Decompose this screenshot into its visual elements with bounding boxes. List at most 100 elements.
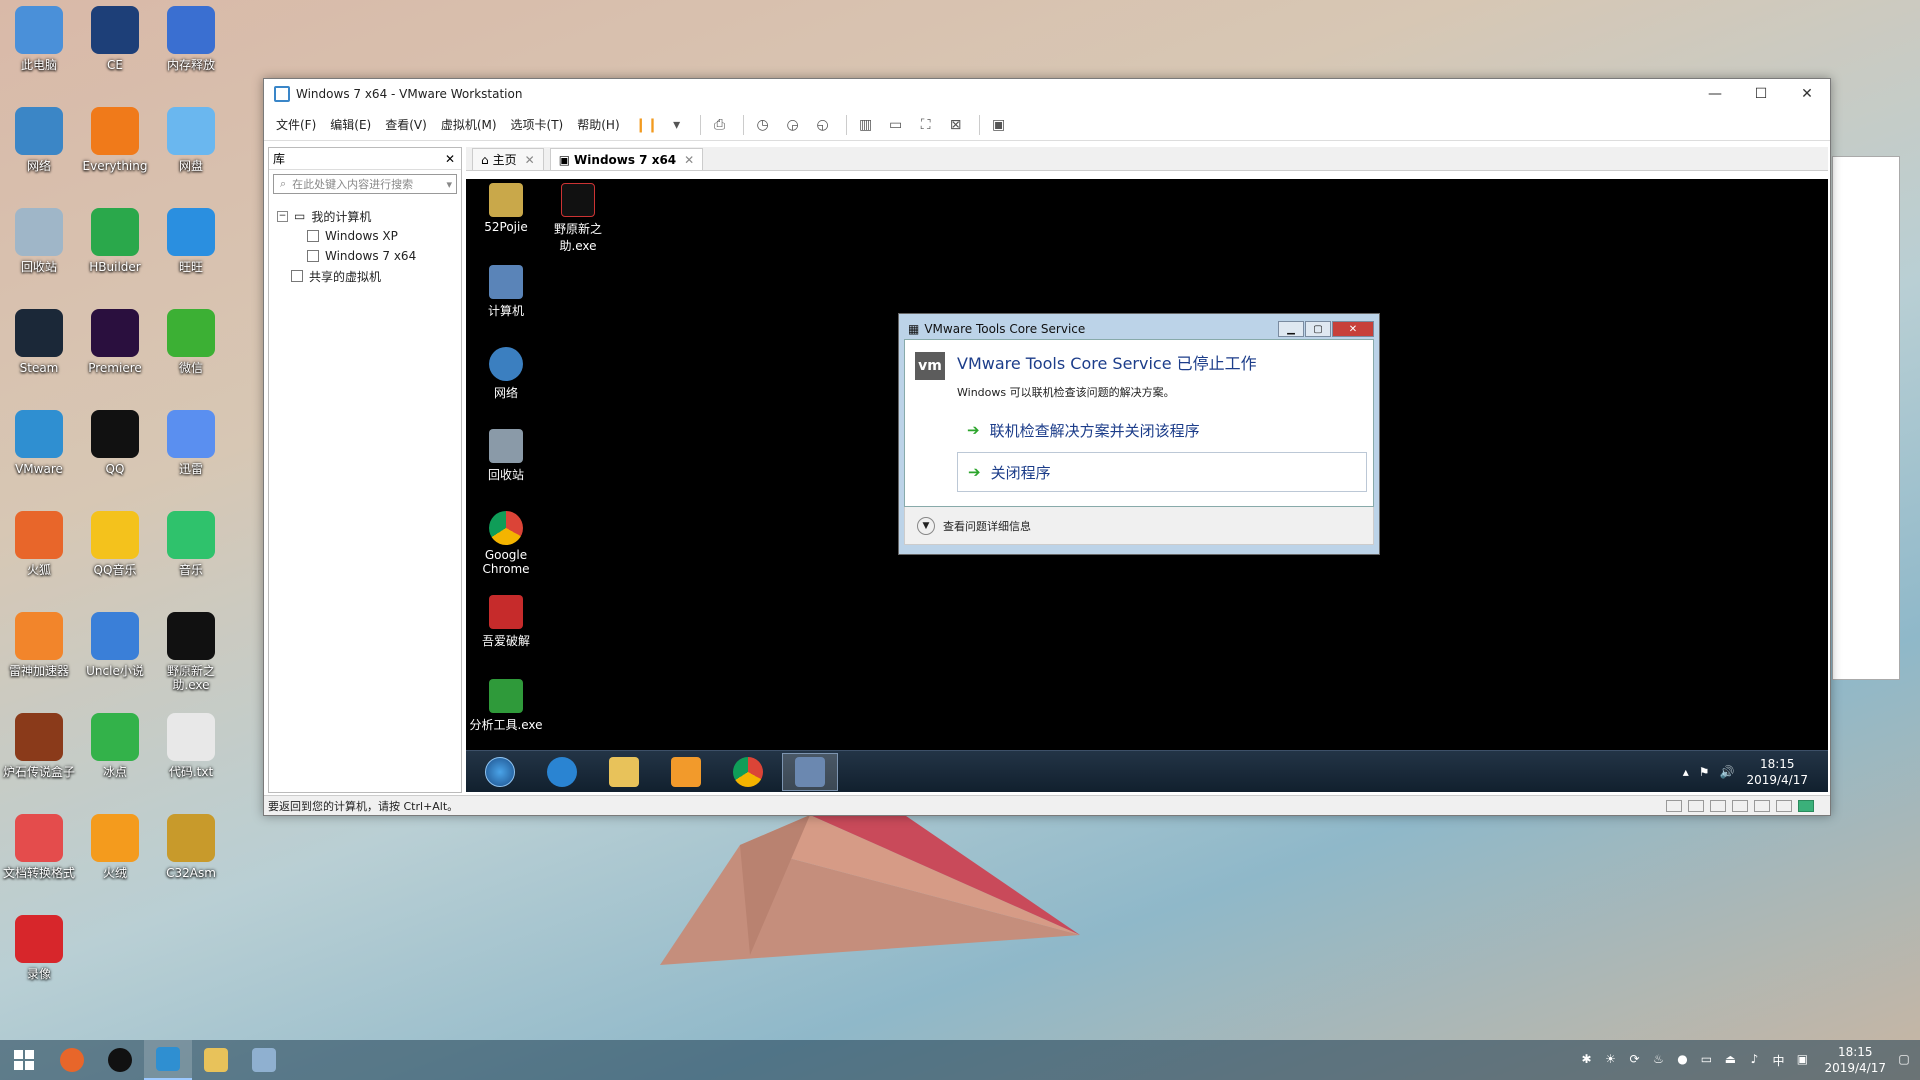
library-close-icon[interactable]: ✕ <box>445 152 455 166</box>
desktop-icon[interactable]: Everything <box>76 107 154 173</box>
guest-taskbar-explorer[interactable] <box>596 753 652 791</box>
desktop-icon[interactable]: QQ <box>76 410 154 476</box>
desktop-icon[interactable]: CE <box>76 6 154 72</box>
desktop-icon[interactable]: 代码.txt <box>152 713 230 779</box>
sync-icon[interactable]: ⟳ <box>1626 1052 1642 1068</box>
full-screen-icon[interactable]: ⛶ <box>913 113 939 137</box>
thumbnail-bar-icon[interactable]: ▭ <box>883 113 909 137</box>
pause-icon[interactable]: ❙❙ <box>634 113 660 137</box>
tab-windows-7-x64[interactable]: ▣ Windows 7 x64 ✕ <box>549 148 704 170</box>
network-adapter-icon[interactable] <box>1710 799 1726 812</box>
menu-tabs[interactable]: 选项卡(T) <box>511 116 564 133</box>
desktop-icon[interactable]: VMware <box>0 410 78 476</box>
show-library-icon[interactable]: ▥ <box>853 113 879 137</box>
guest-icon-network[interactable]: 网络 <box>466 347 546 401</box>
tab-close-icon[interactable]: ✕ <box>684 153 694 167</box>
desktop-icon[interactable]: 冰点 <box>76 713 154 779</box>
desktop-icon[interactable]: 雷神加速器 <box>0 612 78 678</box>
guest-taskbar-media-player[interactable] <box>658 753 714 791</box>
qq-tray-icon[interactable]: ● <box>1674 1052 1690 1068</box>
close-program-option[interactable]: ➔ 关闭程序 <box>957 452 1367 492</box>
dropdown-icon[interactable]: ▾ <box>664 113 690 137</box>
snapshot-icon[interactable]: ◷ <box>750 113 776 137</box>
desktop-icon[interactable]: C32Asm <box>152 814 230 880</box>
desktop-icon[interactable]: 微信 <box>152 309 230 375</box>
network-icon[interactable]: ▭ <box>1698 1052 1714 1068</box>
tree-item-shared-vms[interactable]: 共享的虚拟机 <box>277 266 461 286</box>
desktop-icon[interactable]: 火绒 <box>76 814 154 880</box>
dialog-footer[interactable]: ▼ 查看问题详细信息 <box>904 507 1374 545</box>
console-view-icon[interactable]: ▣ <box>986 113 1012 137</box>
desktop-icon[interactable]: 文档转换格式 <box>0 814 78 880</box>
desktop-icon[interactable]: 炉石传说盒子 <box>0 713 78 779</box>
desktop-icon[interactable]: 野原新之助.exe <box>152 612 230 692</box>
sound-icon[interactable] <box>1732 799 1748 812</box>
guest-screen[interactable]: 52Pojie 野原新之助.exe 计算机 网络 回收站 Google Chro… <box>466 179 1828 792</box>
tree-item-windows-xp[interactable]: Windows XP <box>277 226 461 246</box>
close-button[interactable]: ✕ <box>1784 79 1830 109</box>
menu-help[interactable]: 帮助(H) <box>577 116 619 133</box>
taskbar-file-explorer[interactable] <box>192 1040 240 1080</box>
menu-vm[interactable]: 虚拟机(M) <box>441 116 497 133</box>
dialog-minimize-button[interactable]: ▁ <box>1278 321 1304 337</box>
ime-indicator[interactable]: 中 <box>1770 1052 1786 1068</box>
title-bar[interactable]: Windows 7 x64 - VMware Workstation — ☐ ✕ <box>264 79 1830 109</box>
desktop-icon[interactable]: QQ音乐 <box>76 511 154 577</box>
host-clock[interactable]: 18:15 2019/4/17 <box>1824 1044 1886 1076</box>
tree-item-windows-7-x64[interactable]: Windows 7 x64 <box>277 246 461 266</box>
fire-icon[interactable]: ♨ <box>1650 1052 1666 1068</box>
keyboard-icon[interactable]: ▣ <box>1794 1052 1810 1068</box>
chevron-down-icon[interactable]: ▼ <box>917 516 935 535</box>
guest-clock[interactable]: 18:15 2019/4/17 <box>1746 756 1808 788</box>
guest-icon-52pojie-crack[interactable]: 吾爱破解 <box>466 595 546 649</box>
weather-icon[interactable]: ☀ <box>1602 1052 1618 1068</box>
dialog-maximize-button[interactable]: ▢ <box>1305 321 1331 337</box>
desktop-icon[interactable]: 火狐 <box>0 511 78 577</box>
send-ctrl-alt-del-icon[interactable]: ⎙ <box>707 113 733 137</box>
desktop-icon[interactable]: 网盘 <box>152 107 230 173</box>
taskbar-vmware[interactable] <box>144 1040 192 1080</box>
desktop-icon[interactable]: 录像 <box>0 915 78 981</box>
dialog-title-bar[interactable]: ▦ VMware Tools Core Service ▁ ▢ ✕ <box>904 319 1374 339</box>
taskbar-qq[interactable] <box>96 1040 144 1080</box>
desktop-icon[interactable]: 此电脑 <box>0 6 78 72</box>
library-search-input[interactable]: ⌕ 在此处键入内容进行搜索 ▾ <box>273 174 457 194</box>
printer-icon[interactable] <box>1754 799 1770 812</box>
desktop-icon[interactable]: 旺旺 <box>152 208 230 274</box>
usb-icon[interactable]: ⏏ <box>1722 1052 1738 1068</box>
desktop-icon[interactable]: 音乐 <box>152 511 230 577</box>
message-icon[interactable] <box>1798 799 1814 812</box>
guest-icon-computer[interactable]: 计算机 <box>466 265 546 319</box>
notification-icon[interactable]: ▢ <box>1896 1052 1912 1068</box>
desktop-icon[interactable]: 网络 <box>0 107 78 173</box>
tab-home[interactable]: ⌂ 主页 ✕ <box>472 148 544 170</box>
search-dropdown-icon[interactable]: ▾ <box>446 178 452 191</box>
start-button[interactable] <box>0 1040 48 1080</box>
desktop-icon[interactable]: 内存释放 <box>152 6 230 72</box>
desktop-icon[interactable]: HBuilder <box>76 208 154 274</box>
taskbar-firefox[interactable] <box>48 1040 96 1080</box>
hdd-icon[interactable] <box>1666 799 1682 812</box>
menu-edit[interactable]: 编辑(E) <box>330 116 371 133</box>
guest-start-button[interactable] <box>472 753 528 791</box>
action-center-icon[interactable]: ⚑ <box>1699 765 1710 779</box>
display-icon[interactable] <box>1776 799 1792 812</box>
desktop-icon[interactable]: 回收站 <box>0 208 78 274</box>
dialog-close-button[interactable]: ✕ <box>1332 321 1374 337</box>
volume-icon[interactable]: 🔊 <box>1720 765 1735 779</box>
snapshot-manager-icon[interactable]: ◵ <box>810 113 836 137</box>
guest-taskbar-vmware-tools[interactable] <box>782 752 838 791</box>
cd-icon[interactable] <box>1688 799 1704 812</box>
revert-snapshot-icon[interactable]: ◶ <box>780 113 806 137</box>
background-window[interactable] <box>1832 156 1900 680</box>
menu-view[interactable]: 查看(V) <box>385 116 427 133</box>
guest-icon-52pojie[interactable]: 52Pojie <box>466 183 546 234</box>
taskbar-app[interactable] <box>240 1040 288 1080</box>
guest-icon-nohara-exe[interactable]: 野原新之助.exe <box>538 183 618 254</box>
unity-icon[interactable]: ⊠ <box>943 113 969 137</box>
minimize-button[interactable]: — <box>1692 79 1738 109</box>
tree-item-my-computer[interactable]: − ▭ 我的计算机 <box>277 206 461 226</box>
guest-icon-recycle-bin[interactable]: 回收站 <box>466 429 546 483</box>
check-online-option[interactable]: ➔ 联机检查解决方案并关闭该程序 <box>957 410 1367 450</box>
tab-close-icon[interactable]: ✕ <box>525 153 535 167</box>
